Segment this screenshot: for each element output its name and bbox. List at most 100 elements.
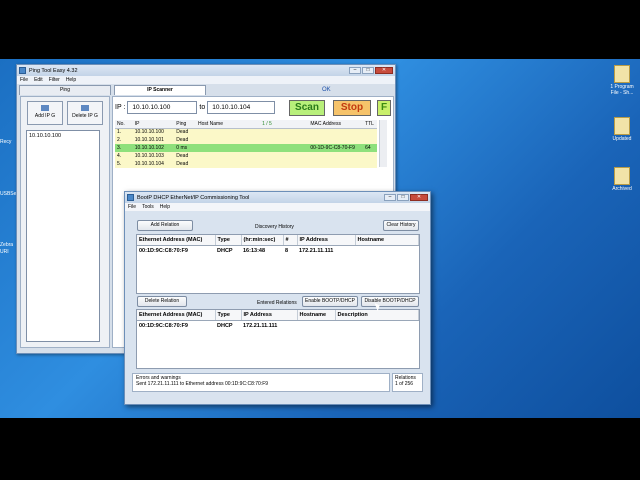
cell-blank <box>260 128 308 136</box>
cell-blank <box>260 136 308 144</box>
cell-ttl: 64 <box>365 145 371 151</box>
cell-no: 1. <box>117 129 122 136</box>
delete-ip-group-button[interactable]: Delete IP G <box>67 101 103 125</box>
cell-hostname <box>297 320 335 331</box>
col-mac[interactable]: MAC Address <box>308 120 364 129</box>
enable-bootp-button[interactable]: Enable BOOTP/DHCP <box>302 296 358 307</box>
table-row[interactable]: 00:1D:9C:C8:70:F9 DHCP 172.21.11.111 <box>137 320 419 331</box>
cell-hostname <box>355 245 419 256</box>
cell-host <box>196 144 260 152</box>
col-ip[interactable]: IP <box>132 120 175 129</box>
errors-text: Sent 172.21.11.111 to Ethernet address 0… <box>136 381 269 387</box>
add-relation-button[interactable]: Add Relation <box>137 220 193 231</box>
cell-ip: 10.10.10.101 <box>134 137 164 143</box>
col-count[interactable]: # <box>283 235 298 246</box>
cell-blank <box>260 160 308 168</box>
table-row[interactable]: 1. 10.10.10.100 Dead <box>115 128 377 136</box>
menu-file[interactable]: File <box>128 204 136 210</box>
ping-menubar: File Edit Filter Help <box>17 76 395 84</box>
maximize-button[interactable]: □ <box>397 194 409 201</box>
list-item[interactable]: 10.10.10.100 <box>29 133 97 139</box>
col-type[interactable]: Type <box>215 310 242 321</box>
ip-group-list[interactable]: 10.10.10.100 <box>26 130 100 342</box>
col-ping[interactable]: Ping <box>174 120 196 129</box>
ping-window-title: Ping Tool Easy 4.32 <box>29 67 78 74</box>
delete-relation-button[interactable]: Delete Relation <box>137 296 187 307</box>
ip-to-input[interactable]: 10.10.10.104 <box>207 101 276 114</box>
cell-no: 5. <box>117 161 122 167</box>
cell-ttl <box>363 152 377 160</box>
menu-filter[interactable]: Filter <box>49 77 60 83</box>
cell-host <box>196 128 260 136</box>
scan-button[interactable]: Scan <box>289 100 325 116</box>
cell-ping: Dead <box>176 161 189 167</box>
col-type[interactable]: Type <box>215 235 242 246</box>
cell-count: 8 <box>285 247 289 254</box>
scan-table-scrollbar[interactable] <box>379 120 387 167</box>
desktop-icon-archived[interactable]: Archived <box>604 167 640 192</box>
close-button[interactable]: ✕ <box>410 194 428 201</box>
clear-history-button[interactable]: Clear History <box>383 220 419 231</box>
col-ttl[interactable]: TTL <box>363 120 377 129</box>
ping-tabs: Ping IP Scanner <box>19 85 206 95</box>
f-button[interactable]: F <box>377 100 391 116</box>
disable-bootp-button[interactable]: Disable BOOTP/DHCP <box>361 296 419 307</box>
maximize-button[interactable]: □ <box>362 67 374 74</box>
col-mac[interactable]: Ethernet Address (MAC) <box>137 310 216 321</box>
cell-ip: 10.10.10.104 <box>134 161 164 167</box>
menu-edit[interactable]: Edit <box>34 77 43 83</box>
close-button[interactable]: ✕ <box>375 67 393 74</box>
letterbox-bottom <box>0 418 640 480</box>
minimize-button[interactable]: – <box>349 67 361 74</box>
menu-help[interactable]: Help <box>66 77 76 83</box>
menu-help[interactable]: Help <box>160 204 170 210</box>
delete-ip-group-label: Delete IP G <box>72 113 98 119</box>
cell-mac: 00-1D-9C-C8-70-F9 <box>310 145 355 151</box>
menu-tools[interactable]: Tools <box>142 204 154 210</box>
cell-blank <box>260 152 308 160</box>
add-icon <box>41 105 49 111</box>
menu-file[interactable]: File <box>20 77 28 83</box>
add-ip-group-button[interactable]: Add IP G <box>27 101 63 125</box>
col-time[interactable]: (hr:min:sec) <box>241 235 284 246</box>
table-row[interactable]: 3. 10.10.10.102 0 ms 00-1D-9C-C8-70-F9 6… <box>115 144 377 152</box>
col-ip[interactable]: IP Address <box>241 310 298 321</box>
add-ip-group-label: Add IP G <box>34 113 56 119</box>
bootp-window: BootP DHCP EtherNet/IP Commissioning Too… <box>124 191 431 405</box>
ip-from-input[interactable]: 10.10.10.100 <box>127 101 198 114</box>
bootp-window-titlebar[interactable]: BootP DHCP EtherNet/IP Commissioning Too… <box>125 192 430 203</box>
tab-ip-scanner[interactable]: IP Scanner <box>114 85 206 95</box>
cell-ping: 0 ms <box>176 145 188 151</box>
desktop-icon-program-file[interactable]: 1 Program File - Sh... <box>604 65 640 96</box>
ping-window-titlebar[interactable]: Ping Tool Easy 4.32 – □ ✕ <box>17 65 395 76</box>
ok-label[interactable]: OK <box>322 87 331 93</box>
desktop-icon-label: Archived <box>612 186 632 192</box>
discovery-history-label: Discovery History <box>255 224 294 230</box>
cell-ip: 10.10.10.102 <box>134 145 164 151</box>
bootp-window-title: BootP DHCP EtherNet/IP Commissioning Too… <box>137 194 250 201</box>
table-row[interactable]: 5. 10.10.10.104 Dead <box>115 160 377 168</box>
desktop-icon-updated[interactable]: Updated <box>604 117 640 142</box>
cell-ttl <box>363 136 377 144</box>
col-host-name[interactable]: Host Name <box>195 120 261 129</box>
table-row[interactable]: 00:1D:9C:C8:70:F9 DHCP 16:13:48 8 172.21… <box>137 245 419 256</box>
cell-host <box>196 160 260 168</box>
col-mac[interactable]: Ethernet Address (MAC) <box>137 235 216 246</box>
cell-mac <box>308 128 363 136</box>
col-ip[interactable]: IP Address <box>297 235 356 246</box>
col-progress: 1 / 5 <box>260 120 309 129</box>
delete-icon <box>81 105 89 111</box>
col-no[interactable]: No. <box>115 120 133 129</box>
entered-relations-grid: Ethernet Address (MAC) Type IP Address H… <box>136 309 420 369</box>
table-row[interactable]: 2. 10.10.10.101 Dead <box>115 136 377 144</box>
scan-results-table: No. IP Ping Host Name 1 / 5 MAC Address … <box>115 120 377 168</box>
tab-ping[interactable]: Ping <box>19 85 111 95</box>
minimize-button[interactable]: – <box>384 194 396 201</box>
document-icon <box>614 117 630 135</box>
col-hostname[interactable]: Hostname <box>297 310 336 321</box>
stop-button[interactable]: Stop <box>333 100 371 116</box>
col-hostname[interactable]: Hostname <box>355 235 419 246</box>
cell-mac <box>308 136 363 144</box>
desktop-label-recycle: Recy <box>0 139 12 145</box>
table-row[interactable]: 4. 10.10.10.103 Dead <box>115 152 377 160</box>
